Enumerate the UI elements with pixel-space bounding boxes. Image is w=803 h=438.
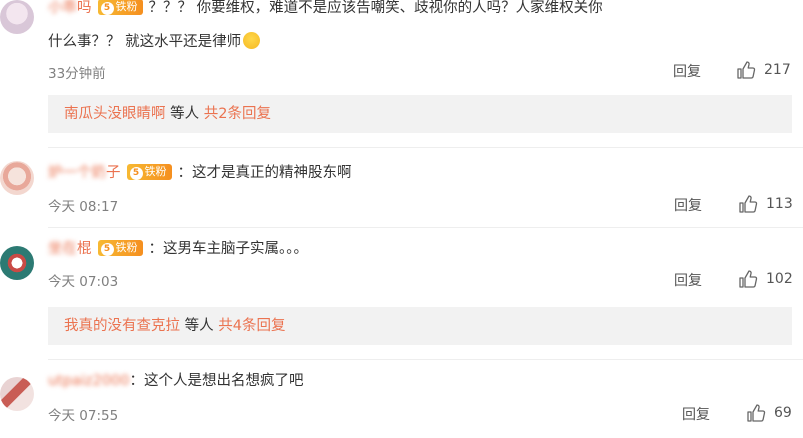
like-button[interactable]: 102	[738, 269, 793, 289]
avatar[interactable]	[0, 246, 34, 280]
divider	[48, 227, 803, 228]
badge-level: 5	[129, 167, 143, 180]
username-suffix[interactable]: 棍	[77, 241, 92, 257]
thumbs-up-icon	[747, 404, 766, 422]
sub-reply-middle: 等人	[165, 106, 204, 122]
comment-line2: 什么事？？ 就这水平还是律师	[48, 31, 261, 53]
badge-label: 铁粉	[115, 241, 138, 254]
badge-level: 5	[100, 2, 114, 15]
comment-text: ：这男车主脑子实属。。。	[148, 241, 309, 257]
reply-button[interactable]: 回复	[674, 270, 702, 290]
like-count: 217	[764, 62, 791, 78]
sub-replies-box[interactable]: 南瓜头没眼睛啊 等人 共2条回复	[48, 95, 792, 133]
fan-badge[interactable]: 5 铁粉	[97, 0, 143, 15]
sub-reply-user[interactable]: 南瓜头没眼睛啊	[64, 106, 166, 122]
thumbs-up-icon	[739, 195, 758, 213]
sub-reply-user[interactable]: 我真的没有查克拉	[64, 318, 180, 334]
comment-text: ：这才是真正的精神股东啊	[177, 165, 352, 181]
divider	[48, 359, 803, 360]
comment-time: 33分钟前	[48, 66, 106, 82]
comment-text-continued: 什么事？？ 就这水平还是律师	[48, 34, 242, 50]
comment-text: ：这个人是想出名想疯了吧	[129, 373, 304, 389]
comment-time: 今天 07:55	[48, 408, 119, 424]
comment-line1: utpaiz2000：这个人是想出名想疯了吧	[48, 370, 304, 392]
comment-line1: 小乖吗 5 铁粉？？？ 你要维权，难道不是应该告嘲笑、歧视你的人吗？人家维权关你	[48, 0, 603, 19]
comment-line1: 炉一个奶子 5 铁粉 ：这才是真正的精神股东啊	[48, 162, 352, 184]
reply-button[interactable]: 回复	[673, 61, 701, 81]
like-button[interactable]: 217	[736, 60, 791, 80]
username[interactable]: 炉一个奶	[48, 165, 106, 181]
divider	[48, 147, 803, 148]
username[interactable]: utpaiz2000	[48, 373, 130, 389]
badge-label: 铁粉	[115, 0, 138, 13]
sub-reply-count[interactable]: 共2条回复	[204, 106, 271, 122]
thumbs-up-icon	[739, 270, 758, 288]
badge-level: 5	[100, 243, 114, 256]
sub-reply-count[interactable]: 共4条回复	[218, 318, 285, 334]
sub-reply-middle: 等人	[180, 318, 219, 334]
like-button[interactable]: 113	[738, 194, 793, 214]
comment-time: 今天 07:03	[48, 274, 119, 290]
fan-badge[interactable]: 5 铁粉	[97, 240, 143, 256]
like-button[interactable]: 69	[746, 403, 792, 423]
comment-line1: 坐在棍 5 铁粉 ：这男车主脑子实属。。。	[48, 238, 308, 260]
username[interactable]: 小乖	[48, 0, 77, 16]
avatar[interactable]	[0, 0, 34, 34]
like-count: 69	[774, 405, 792, 421]
smile-emoji-icon	[243, 31, 261, 49]
like-count: 102	[766, 271, 793, 287]
like-count: 113	[766, 196, 793, 212]
fan-badge[interactable]: 5 铁粉	[126, 164, 172, 180]
avatar[interactable]	[0, 161, 34, 195]
comment-time: 今天 08:17	[48, 199, 119, 215]
reply-button[interactable]: 回复	[682, 404, 710, 424]
sub-replies-box[interactable]: 我真的没有查克拉 等人 共4条回复	[48, 307, 792, 345]
username-suffix[interactable]: 子	[106, 165, 121, 181]
avatar[interactable]	[0, 377, 34, 411]
username[interactable]: 坐在	[48, 241, 77, 257]
reply-button[interactable]: 回复	[674, 195, 702, 215]
badge-label: 铁粉	[144, 165, 167, 178]
username-suffix[interactable]: 吗	[77, 0, 92, 16]
comment-text: ？？？ 你要维权，难道不是应该告嘲笑、歧视你的人吗？人家维权关你	[148, 0, 603, 16]
thumbs-up-icon	[737, 61, 756, 79]
